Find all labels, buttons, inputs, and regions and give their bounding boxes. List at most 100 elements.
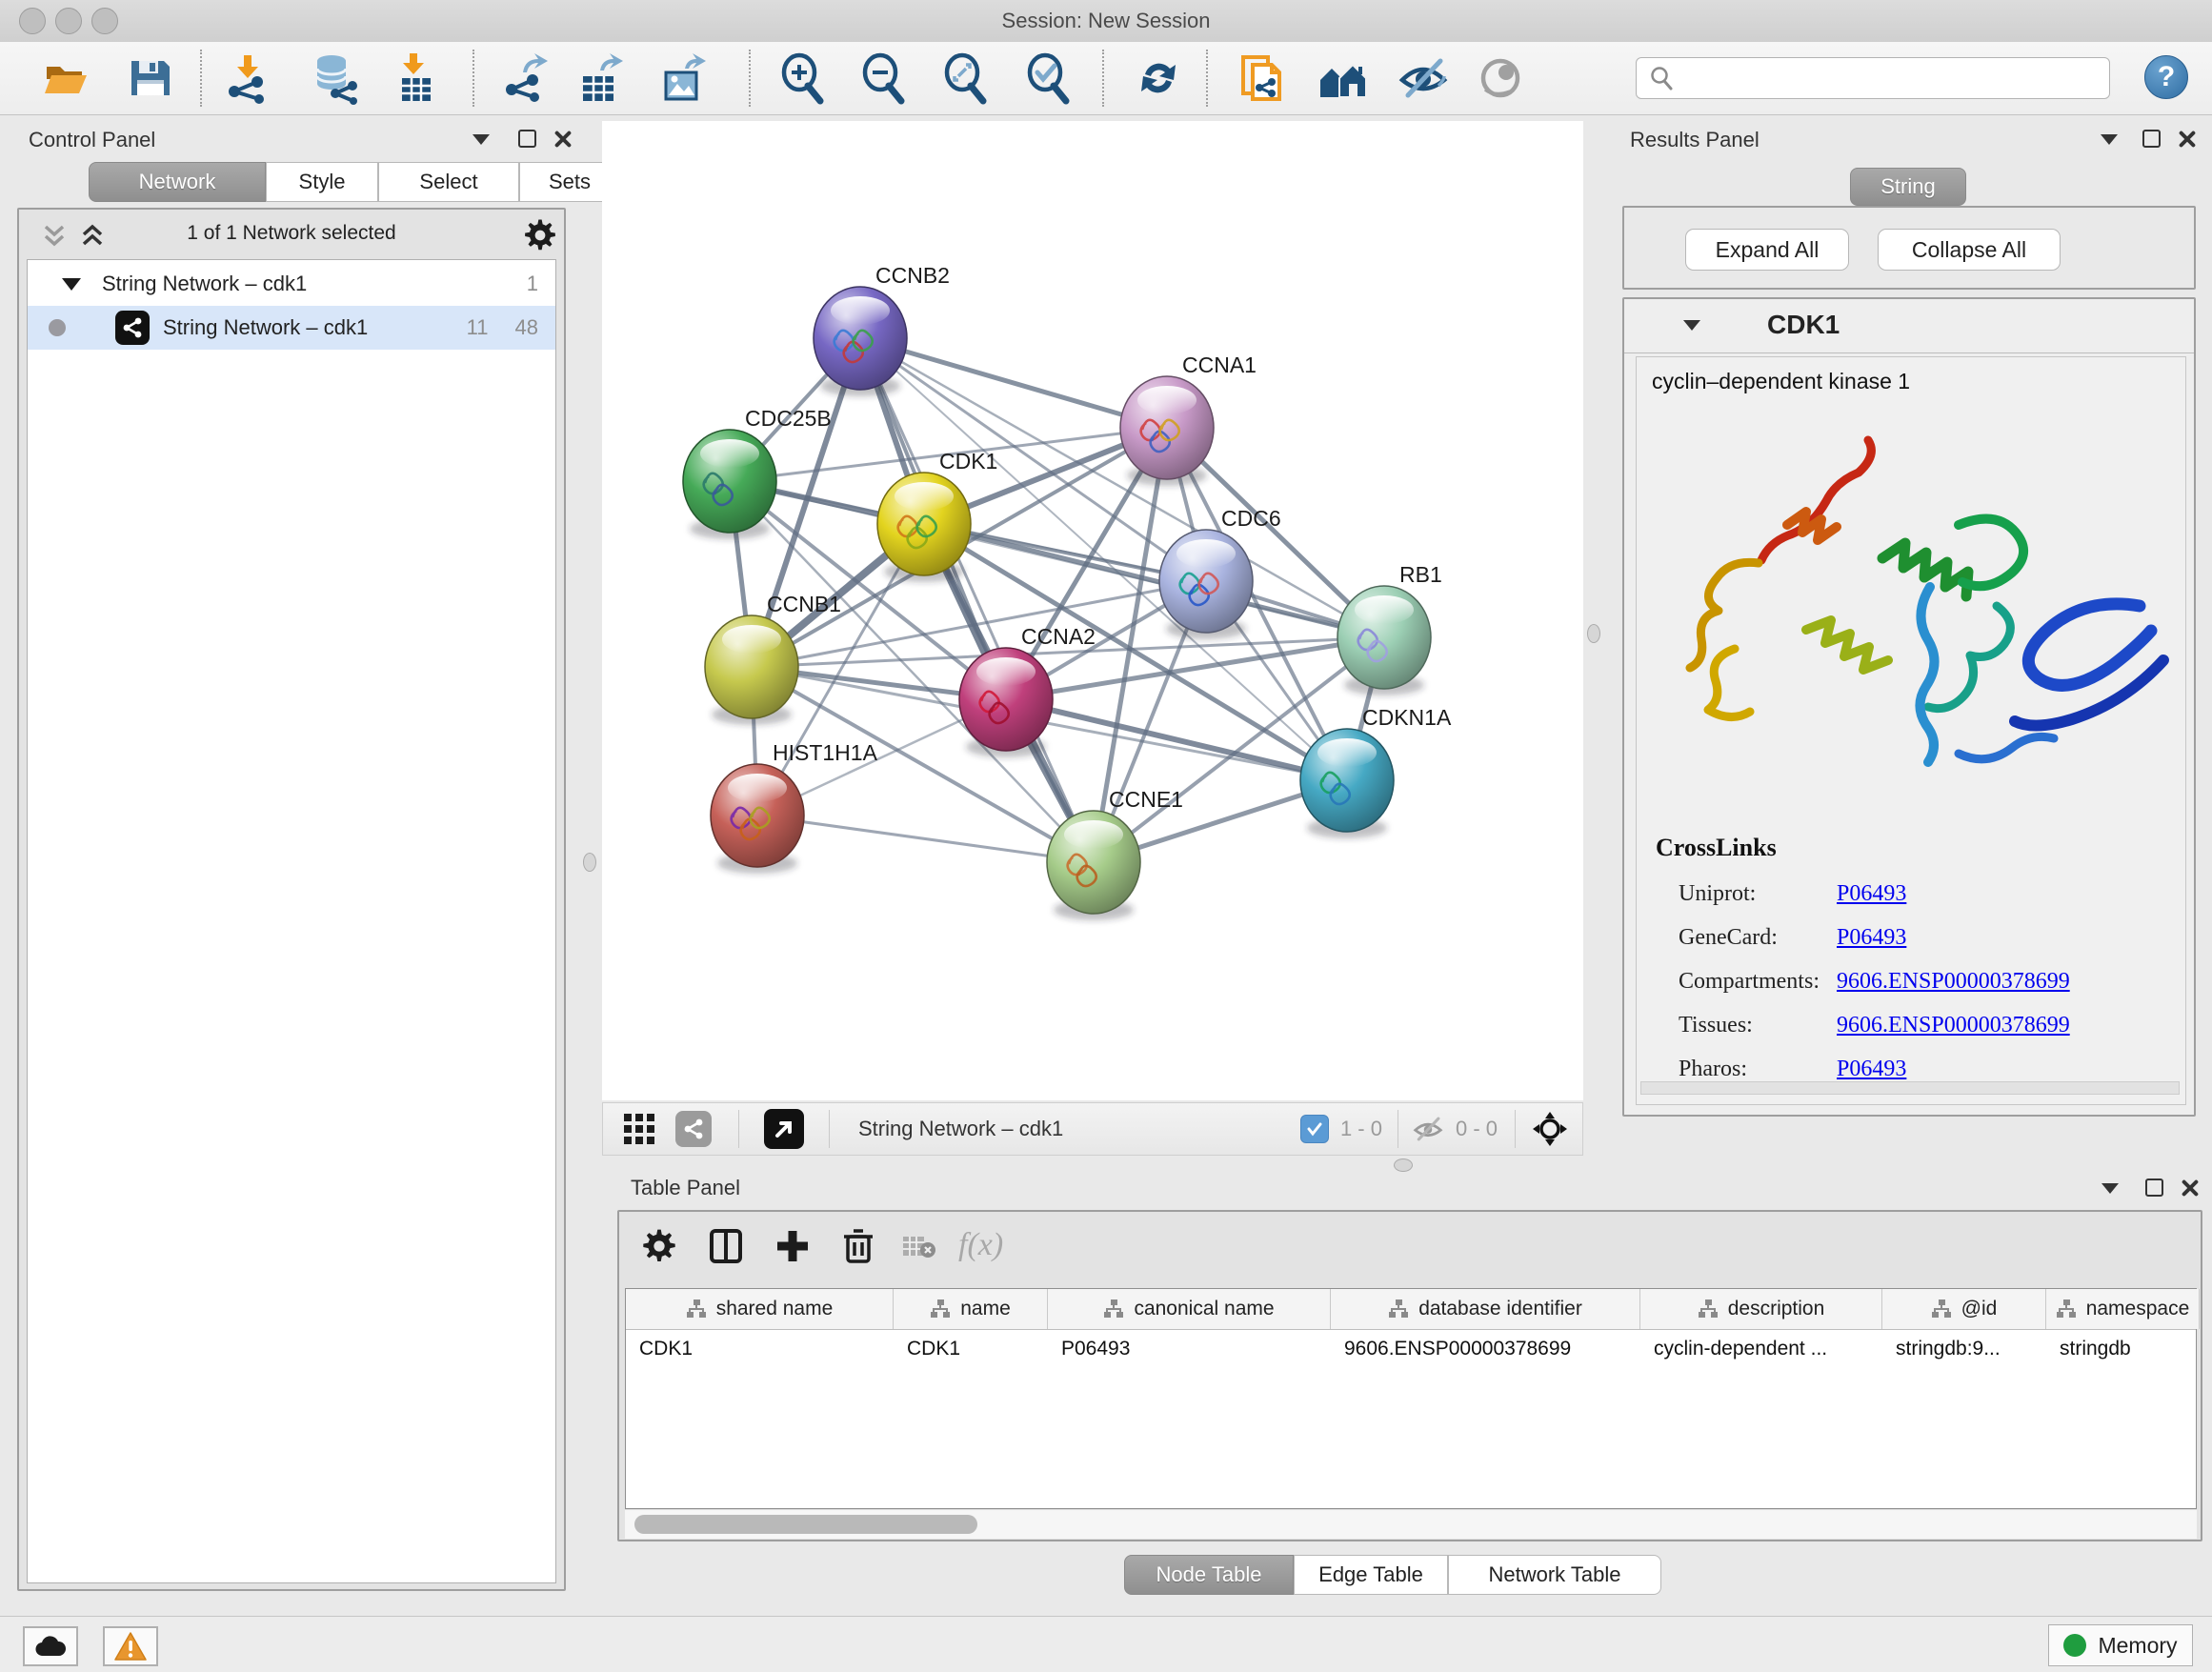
column-header[interactable]: shared name	[626, 1289, 894, 1329]
control-panel-menu-button[interactable]	[473, 134, 490, 145]
bar-separator	[829, 1110, 830, 1148]
crosslink-value-link[interactable]: P06493	[1837, 1057, 1906, 1082]
table-row[interactable]: CDK1CDK1P064939606.ENSP00000378699cyclin…	[626, 1330, 2196, 1368]
table-cell[interactable]: CDK1	[894, 1330, 1048, 1368]
column-header[interactable]: namespace	[2046, 1289, 2200, 1329]
network-row-label: String Network – cdk1	[163, 315, 368, 340]
crosslinks-list: Uniprot:P06493GeneCard:P06493Compartment…	[1679, 872, 2174, 1091]
warnings-button[interactable]	[103, 1626, 158, 1666]
table-panel-title: Table Panel	[631, 1176, 740, 1200]
table-cell[interactable]: CDK1	[626, 1330, 894, 1368]
network-node[interactable]: RB1	[1337, 562, 1442, 695]
network-canvas[interactable]: CCNB2CCNA1CDC25BCDK1CDC6RB1CCNB1CCNA2CDK…	[602, 121, 1583, 1100]
table-panel-float-button[interactable]	[2145, 1178, 2163, 1197]
memory-button[interactable]: Memory	[2048, 1624, 2193, 1666]
crosslink-value-link[interactable]: P06493	[1837, 925, 1906, 951]
table-scrollbar[interactable]	[625, 1509, 2197, 1539]
control-panel-close-button[interactable]	[553, 130, 572, 149]
collection-expand-icon[interactable]	[62, 278, 81, 291]
results-panel-float-button[interactable]	[2142, 130, 2161, 148]
add-column-icon[interactable]	[774, 1227, 812, 1265]
table-cell[interactable]: 9606.ENSP00000378699	[1331, 1330, 1640, 1368]
export-table-button[interactable]	[573, 51, 627, 105]
tab-style[interactable]: Style	[266, 162, 378, 202]
toolbar-search-input[interactable]	[1636, 57, 2110, 99]
refresh-view-button[interactable]	[1132, 51, 1185, 105]
control-panel-float-button[interactable]	[518, 130, 536, 148]
tab-edge-table[interactable]: Edge Table	[1294, 1555, 1448, 1595]
hide-selected-button[interactable]	[1397, 51, 1450, 105]
results-panel: Results Panel String Expand All Collapse…	[1617, 114, 2202, 1158]
protein-collapse-icon[interactable]	[1683, 320, 1700, 331]
export-network-button[interactable]	[498, 51, 552, 105]
table-cell[interactable]: stringdb:9...	[1882, 1330, 2046, 1368]
tab-network[interactable]: Network	[89, 162, 266, 202]
main-toolbar: ?	[0, 42, 2212, 115]
column-header-label: @id	[1961, 1298, 1998, 1320]
column-header[interactable]: name	[894, 1289, 1048, 1329]
import-network-database-button[interactable]	[309, 51, 362, 105]
birds-eye-grid-icon[interactable]	[622, 1112, 656, 1146]
table-cell[interactable]: P06493	[1048, 1330, 1331, 1368]
crosslink-value-link[interactable]: 9606.ENSP00000378699	[1837, 969, 2070, 995]
toolbar-separator	[473, 50, 474, 107]
network-collection-row[interactable]: String Network – cdk1 1	[28, 262, 555, 306]
column-header[interactable]: canonical name	[1048, 1289, 1331, 1329]
network-node[interactable]: CDKN1A	[1300, 705, 1452, 838]
crosslink-value-link[interactable]: 9606.ENSP00000378699	[1837, 1013, 2070, 1038]
network-row[interactable]: String Network – cdk1 11 48	[28, 306, 555, 350]
network-node[interactable]: CDK1	[877, 449, 997, 582]
crosslink-label: Compartments:	[1679, 969, 1837, 995]
network-type-badge[interactable]	[675, 1111, 712, 1147]
import-table-button[interactable]	[389, 51, 442, 105]
select-columns-icon[interactable]	[707, 1227, 745, 1265]
fit-content-crosshair-icon[interactable]	[1531, 1110, 1569, 1148]
table-scrollbar-thumb[interactable]	[634, 1515, 977, 1534]
crosslink-label: GeneCard:	[1679, 925, 1837, 951]
left-splitter-grip[interactable]	[583, 853, 596, 872]
table-cell[interactable]: stringdb	[2046, 1330, 2200, 1368]
network-edge-count: 48	[515, 315, 538, 340]
tab-string[interactable]: String	[1850, 168, 1966, 206]
table-gear-icon[interactable]	[640, 1227, 678, 1265]
column-header[interactable]: database identifier	[1331, 1289, 1640, 1329]
export-table-icon	[573, 51, 627, 105]
detach-view-button[interactable]	[764, 1109, 804, 1149]
zoom-in-button[interactable]	[776, 51, 830, 105]
clone-network-button[interactable]	[1236, 51, 1289, 105]
gear-icon[interactable]	[522, 217, 558, 253]
tab-select[interactable]: Select	[378, 162, 519, 202]
cloud-status-button[interactable]	[23, 1626, 78, 1666]
zoom-out-button[interactable]	[857, 51, 911, 105]
delete-column-icon[interactable]	[840, 1227, 876, 1265]
table-panel-menu-button[interactable]	[2101, 1183, 2119, 1194]
tab-node-table[interactable]: Node Table	[1124, 1555, 1294, 1595]
protein-card-header[interactable]: CDK1	[1624, 299, 2194, 353]
results-panel-menu-button[interactable]	[2101, 134, 2118, 145]
show-hidden-button[interactable]	[1474, 51, 1527, 105]
node-label: CCNE1	[1109, 787, 1183, 812]
save-session-button[interactable]	[124, 51, 177, 105]
results-panel-close-button[interactable]	[2177, 130, 2196, 149]
crosslink-value-link[interactable]: P06493	[1837, 881, 1906, 907]
table-panel-close-button[interactable]	[2180, 1178, 2199, 1198]
selected-checkbox[interactable]	[1300, 1115, 1329, 1143]
network-node[interactable]: HIST1H1A	[711, 740, 878, 874]
help-button[interactable]: ?	[2144, 55, 2188, 99]
show-all-networks-button[interactable]	[1317, 51, 1370, 105]
export-image-button[interactable]	[656, 51, 710, 105]
tab-network-table[interactable]: Network Table	[1448, 1555, 1661, 1595]
results-actions-box: Expand All Collapse All	[1622, 206, 2196, 290]
right-splitter-grip[interactable]	[1587, 624, 1600, 643]
network-node[interactable]: CCNA1	[1120, 353, 1257, 486]
open-session-button[interactable]	[39, 51, 92, 105]
import-network-file-button[interactable]	[221, 51, 274, 105]
zoom-selected-button[interactable]	[1022, 51, 1076, 105]
expand-all-button[interactable]: Expand All	[1685, 229, 1849, 271]
results-scrollbar-track[interactable]	[1640, 1081, 2180, 1095]
zoom-fit-button[interactable]	[939, 51, 993, 105]
collapse-all-button[interactable]: Collapse All	[1878, 229, 2061, 271]
table-cell[interactable]: cyclin-dependent ...	[1640, 1330, 1882, 1368]
column-header[interactable]: @id	[1882, 1289, 2046, 1329]
column-header[interactable]: description	[1640, 1289, 1882, 1329]
